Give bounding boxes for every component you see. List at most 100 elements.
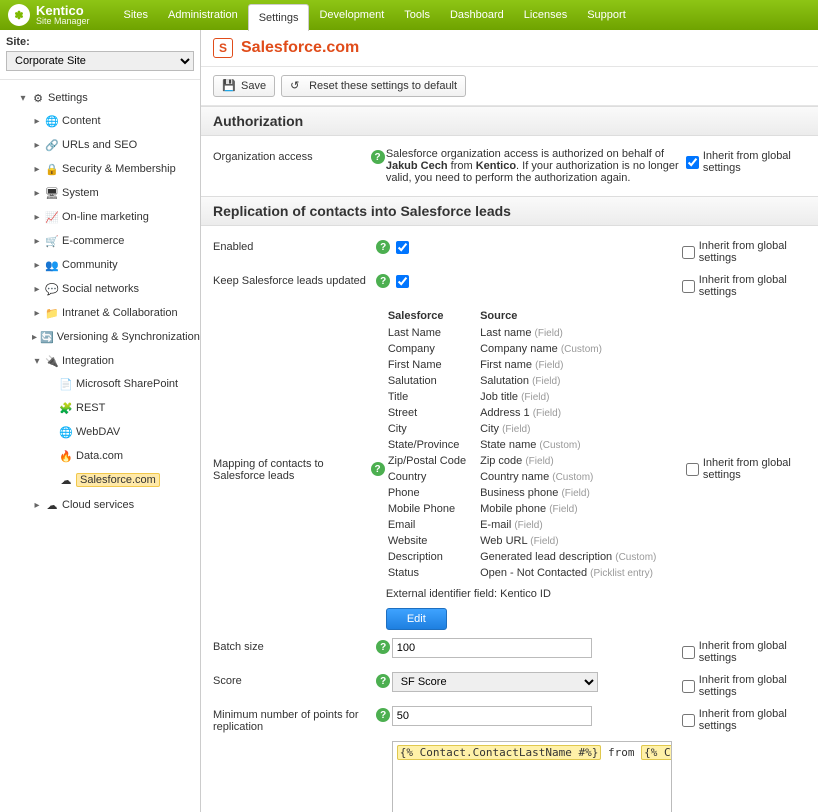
tree-icon: 💬 — [45, 282, 59, 296]
topnav-support[interactable]: Support — [577, 0, 636, 30]
inherit-mapping-chk[interactable] — [686, 463, 699, 476]
tree-item[interactable]: ▸🖥System — [20, 182, 196, 204]
expand-icon[interactable]: ▸ — [32, 284, 42, 295]
expand-icon[interactable]: ▸ — [32, 116, 42, 127]
help-icon[interactable]: ? — [376, 674, 390, 688]
page-title: Salesforce.com — [241, 39, 359, 57]
help-icon[interactable]: ? — [376, 640, 390, 654]
mapping-sf: Title — [388, 390, 478, 404]
help-icon[interactable]: ? — [371, 462, 385, 476]
reset-button[interactable]: ↺ Reset these settings to default — [281, 75, 466, 97]
tree-icon: 🌐 — [59, 425, 73, 439]
tree-label: URLs and SEO — [62, 139, 137, 151]
inherit-score[interactable]: Inherit from global settings — [682, 672, 806, 698]
topnav-development[interactable]: Development — [309, 0, 394, 30]
topnav-tools[interactable]: Tools — [394, 0, 440, 30]
tree-item[interactable]: ▸🔒Security & Membership — [20, 158, 196, 180]
inherit-keep-updated-chk[interactable] — [682, 280, 695, 293]
tree-item[interactable]: ▸🌐Content — [20, 110, 196, 132]
inherit-keep-updated[interactable]: Inherit from global settings — [682, 272, 806, 298]
mapping-src: Address 1 (Field) — [480, 406, 668, 420]
mapping-sf: Company — [388, 342, 478, 356]
tree-item[interactable]: 🔥Data.com — [34, 445, 196, 467]
tree-item[interactable]: ▸👥Community — [20, 254, 196, 276]
mapping-src: Company name (Custom) — [480, 342, 668, 356]
min-points-input[interactable] — [392, 706, 592, 726]
inherit-batch-size[interactable]: Inherit from global settings — [682, 638, 806, 664]
tree-icon: 🌐 — [45, 114, 59, 128]
expand-icon[interactable]: ▸ — [32, 212, 42, 223]
mapping-row: First NameFirst name (Field) — [388, 358, 669, 372]
inherit-mapping[interactable]: Inherit from global settings — [686, 455, 806, 481]
tree-icon: 🔒 — [45, 162, 59, 176]
page-title-bar: S Salesforce.com — [201, 30, 818, 67]
expand-icon[interactable]: ▸ — [32, 308, 42, 319]
tree-item[interactable]: ▸☁Cloud services — [20, 494, 196, 516]
tree-item[interactable]: ▸💬Social networks — [20, 278, 196, 300]
mapping-src: Web URL (Field) — [480, 534, 668, 548]
tree-label: Versioning & Synchronization — [57, 331, 200, 343]
tree-item[interactable]: ☁Salesforce.com — [34, 469, 196, 491]
tree-label: Intranet & Collaboration — [62, 307, 178, 319]
mapping-row: WebsiteWeb URL (Field) — [388, 534, 669, 548]
mapping-sf: Description — [388, 550, 478, 564]
expand-icon[interactable]: ▸ — [32, 260, 42, 271]
inherit-min-points-chk[interactable] — [682, 714, 695, 727]
collapse-icon[interactable]: ▾ — [18, 93, 28, 104]
save-button[interactable]: 💾 Save — [213, 75, 275, 97]
inherit-org-access-chk[interactable] — [686, 156, 699, 169]
topnav-licenses[interactable]: Licenses — [514, 0, 577, 30]
mapping-row: CityCity (Field) — [388, 422, 669, 436]
expand-icon[interactable]: ▸ — [32, 140, 42, 151]
tree-label: Cloud services — [62, 499, 134, 511]
mapping-row: TitleJob title (Field) — [388, 390, 669, 404]
tree-item[interactable]: 🌐WebDAV — [34, 421, 196, 443]
row-batch-size: Batch size ? Inherit from global setting… — [201, 634, 818, 668]
inherit-score-chk[interactable] — [682, 680, 695, 693]
tree-item[interactable]: ▸🔗URLs and SEO — [20, 134, 196, 156]
tree-icon: 🔄 — [40, 330, 54, 344]
inherit-org-access[interactable]: Inherit from global settings — [686, 148, 806, 174]
expand-icon[interactable]: ▸ — [32, 164, 42, 175]
collapse-icon[interactable]: ▾ — [32, 356, 42, 367]
mapping-table: Salesforce Source Last NameLast name (Fi… — [386, 306, 671, 582]
topnav-settings[interactable]: Settings — [248, 4, 310, 31]
tree-label: Salesforce.com — [76, 473, 160, 487]
score-select[interactable]: SF Score — [392, 672, 598, 692]
help-icon[interactable]: ? — [371, 150, 385, 164]
help-icon[interactable]: ? — [376, 708, 390, 722]
inherit-enabled-chk[interactable] — [682, 246, 695, 259]
edit-mapping-button[interactable]: Edit — [386, 608, 447, 630]
tree-item[interactable]: 📄Microsoft SharePoint — [34, 373, 196, 395]
tree-root[interactable]: ▾ ⚙ Settings — [6, 87, 196, 109]
inherit-min-points[interactable]: Inherit from global settings — [682, 706, 806, 732]
expand-icon[interactable]: ▸ — [32, 188, 42, 199]
topnav-dashboard[interactable]: Dashboard — [440, 0, 514, 30]
tree-item[interactable]: ▸🛒E-commerce — [20, 230, 196, 252]
tree-item[interactable]: ▸🔄Versioning & Synchronization — [20, 326, 196, 348]
top-header: ✽ Kentico Site Manager SitesAdministrati… — [0, 0, 818, 30]
lead-description-text[interactable]: {% Contact.ContactLastName #%} from {% C… — [392, 741, 672, 812]
tree-item[interactable]: ▾🔌Integration — [20, 350, 196, 372]
topnav-sites[interactable]: Sites — [114, 0, 158, 30]
tree-item[interactable]: ▸📈On-line marketing — [20, 206, 196, 228]
row-org-access: Organization access ? Salesforce organiz… — [201, 144, 818, 188]
site-select[interactable]: Corporate Site — [6, 51, 194, 71]
mapping-row: Mobile PhoneMobile phone (Field) — [388, 502, 669, 516]
tree-icon: 🖥 — [45, 186, 59, 200]
label-min-points: Minimum number of points for replication — [213, 706, 375, 733]
tree-item[interactable]: ▸📁Intranet & Collaboration — [20, 302, 196, 324]
batch-size-input[interactable] — [392, 638, 592, 658]
expand-icon[interactable]: ▸ — [32, 236, 42, 247]
help-icon[interactable]: ? — [376, 274, 390, 288]
inherit-enabled[interactable]: Inherit from global settings — [682, 238, 806, 264]
tree-icon: 🧩 — [59, 401, 73, 415]
expand-icon[interactable]: ▸ — [32, 500, 42, 511]
keep-updated-checkbox[interactable] — [396, 275, 409, 288]
expand-icon[interactable]: ▸ — [32, 332, 37, 343]
enabled-checkbox[interactable] — [396, 241, 409, 254]
topnav-administration[interactable]: Administration — [158, 0, 248, 30]
help-icon[interactable]: ? — [376, 240, 390, 254]
inherit-batch-size-chk[interactable] — [682, 646, 695, 659]
tree-item[interactable]: 🧩REST — [34, 397, 196, 419]
